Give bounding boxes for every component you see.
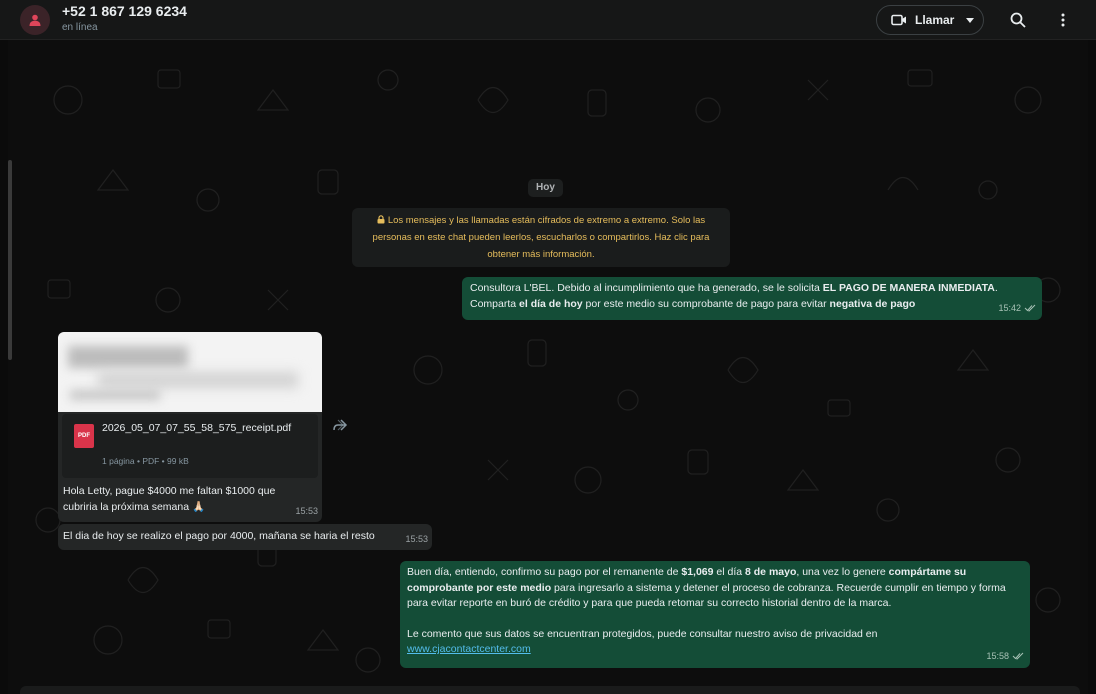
contact-avatar[interactable] [20, 5, 50, 35]
message-text: Consultora L'BEL. Debido al incumplimien… [470, 282, 998, 310]
encryption-notice-text: Los mensajes y las llamadas están cifrad… [372, 215, 710, 260]
chat-area[interactable]: Hoy Los mensajes y las llamadas están ci… [8, 40, 1088, 694]
avatar-person-icon [29, 14, 41, 26]
message-caption: Hola Letty, pague $4000 me faltan $1000 … [63, 485, 276, 513]
double-check-icon [1024, 304, 1036, 312]
date-divider: Hoy [528, 179, 563, 197]
call-button-label: Llamar [915, 13, 955, 27]
message-text-privacy: Le comento que sus datos se encuentran p… [407, 627, 878, 640]
chevron-down-icon [966, 17, 975, 23]
contact-status: en línea [62, 22, 98, 33]
message-time: 15:53 [295, 505, 318, 516]
menu-button[interactable] [1052, 9, 1074, 31]
double-check-icon [1012, 652, 1024, 660]
document-file-name: 2026_05_07_07_55_58_575_receipt.pdf [102, 422, 292, 434]
video-icon [891, 14, 906, 26]
chat-header: +52 1 867 129 6234 en línea Llamar [0, 0, 1096, 40]
message-time: 15:42 [998, 301, 1036, 317]
lock-icon [377, 215, 385, 224]
document-meta: 1 página • PDF • 99 kB [102, 456, 189, 466]
contact-name[interactable]: +52 1 867 129 6234 [62, 3, 187, 19]
encryption-notice[interactable]: Los mensajes y las llamadas están cifrad… [352, 208, 730, 267]
menu-dots-icon [1061, 13, 1065, 27]
forward-button[interactable] [332, 418, 348, 437]
privacy-link[interactable]: www.cjacontactcenter.com [407, 643, 531, 655]
message-time: 15:53 [405, 533, 428, 544]
document-attachment[interactable]: PDF 2026_05_07_07_55_58_575_receipt.pdf … [62, 414, 318, 478]
pdf-file-icon: PDF [74, 424, 94, 448]
message-time: 15:58 [986, 649, 1024, 665]
message-outgoing[interactable]: Buen día, entiendo, confirmo su pago por… [400, 561, 1030, 668]
forward-icon [333, 419, 348, 431]
scrollbar-left[interactable] [8, 160, 12, 360]
call-button[interactable]: Llamar [876, 5, 984, 35]
message-incoming[interactable]: El dia de hoy se realizo el pago por 400… [58, 524, 432, 550]
document-preview-thumbnail[interactable] [58, 332, 322, 412]
message-incoming-document[interactable]: PDF 2026_05_07_07_55_58_575_receipt.pdf … [58, 332, 322, 522]
search-button[interactable] [1007, 9, 1029, 31]
composer-bar-edge [20, 686, 1080, 694]
search-icon [1010, 12, 1026, 28]
message-text: Buen día, entiendo, confirmo su pago por… [407, 566, 1006, 609]
message-outgoing[interactable]: Consultora L'BEL. Debido al incumplimien… [462, 277, 1042, 320]
message-text: El dia de hoy se realizo el pago por 400… [63, 530, 375, 542]
